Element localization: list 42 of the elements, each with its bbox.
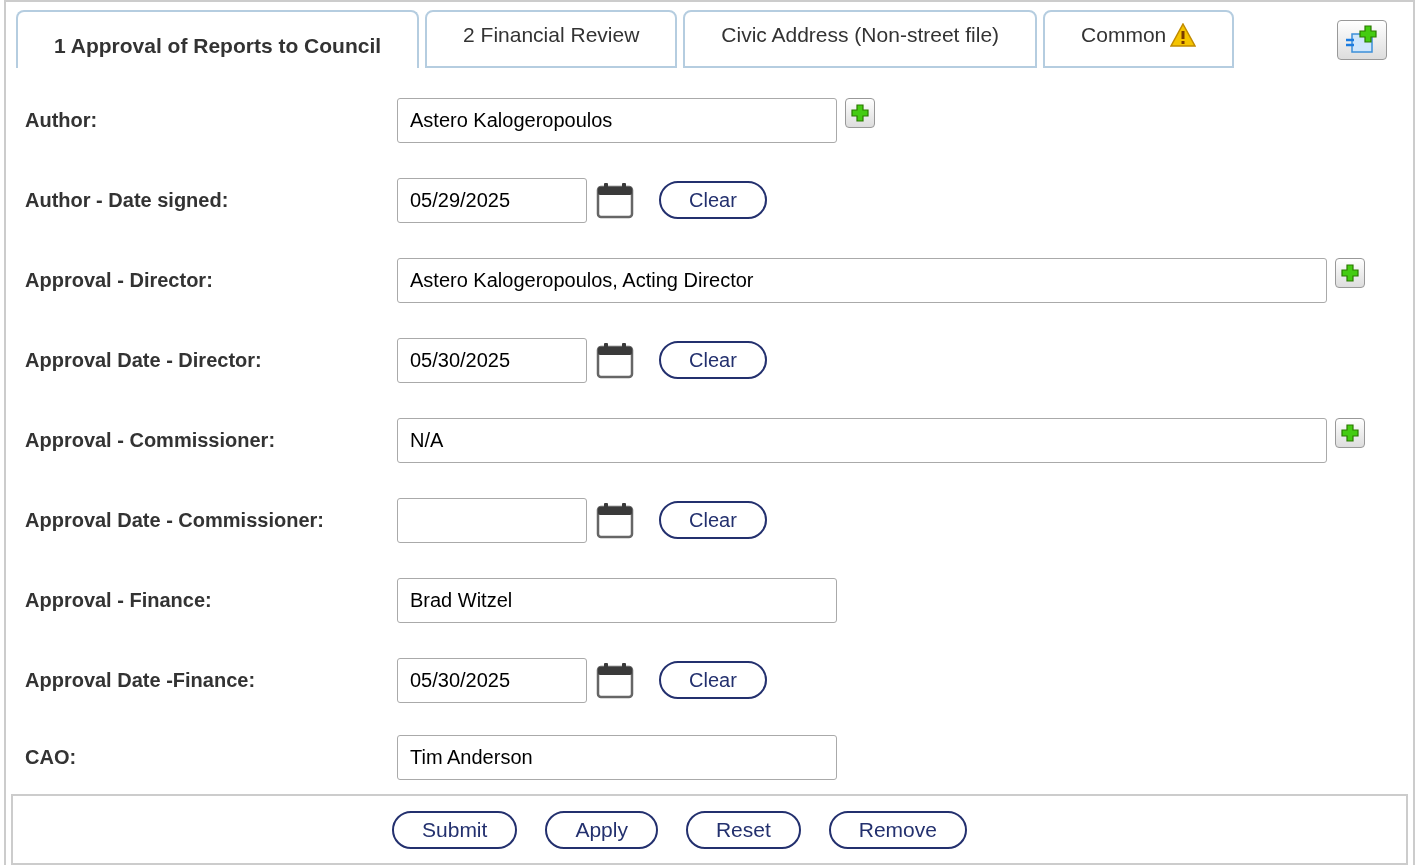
add-section-button[interactable] — [1337, 20, 1387, 60]
clear-button[interactable]: Clear — [659, 501, 767, 539]
add-button[interactable] — [845, 97, 875, 128]
action-button[interactable]: Reset — [685, 810, 801, 849]
input-field[interactable]: Astero Kalogeropoulos, Acting Director — [397, 257, 1327, 303]
add-button[interactable] — [1335, 257, 1365, 288]
field-label: Approval - Finance: — [24, 588, 213, 613]
tab[interactable]: Common — [1043, 10, 1235, 68]
tab[interactable]: 2 Financial Review — [425, 10, 678, 68]
clear-button[interactable]: Clear — [659, 341, 767, 379]
field-label: Author: — [24, 108, 99, 133]
plus-icon — [1341, 423, 1359, 442]
input-field[interactable]: 05/30/2025 — [397, 337, 587, 383]
calendar-icon[interactable] — [595, 340, 635, 380]
field-label: Approval Date - Director: — [24, 348, 263, 373]
field-label: Approval Date -Finance: — [24, 668, 257, 693]
plus-icon — [851, 103, 869, 122]
add-button[interactable] — [1335, 417, 1365, 448]
field-label: Approval Date - Commissioner: — [24, 508, 325, 533]
input-field[interactable]: 05/29/2025 — [397, 177, 587, 223]
field-label: Author - Date signed: — [24, 188, 230, 213]
tab[interactable]: 1 Approval of Reports to Council — [16, 10, 420, 68]
input-field[interactable]: 05/30/2025 — [397, 657, 587, 703]
input-field[interactable]: N/A — [397, 417, 1327, 463]
input-field[interactable]: Tim Anderson — [397, 734, 837, 780]
input-field[interactable]: Astero Kalogeropoulos — [397, 97, 837, 143]
action-button[interactable]: Submit — [392, 810, 518, 849]
tab[interactable]: Civic Address (Non-street file) — [683, 10, 1038, 68]
clear-button[interactable]: Clear — [659, 181, 767, 219]
add-page-icon — [1344, 25, 1380, 55]
calendar-icon[interactable] — [595, 660, 635, 700]
input-field[interactable]: Brad Witzel — [397, 577, 837, 623]
calendar-icon[interactable] — [595, 500, 635, 540]
action-button[interactable]: Remove — [828, 810, 967, 849]
field-label: Approval - Commissioner: — [24, 428, 277, 453]
field-label: Approval - Director: — [24, 268, 214, 293]
plus-icon — [1341, 263, 1359, 282]
field-label: CAO: — [24, 745, 78, 770]
input-field[interactable] — [397, 497, 587, 543]
calendar-icon[interactable] — [595, 180, 635, 220]
clear-button[interactable]: Clear — [659, 661, 767, 699]
action-button[interactable]: Apply — [545, 810, 658, 849]
